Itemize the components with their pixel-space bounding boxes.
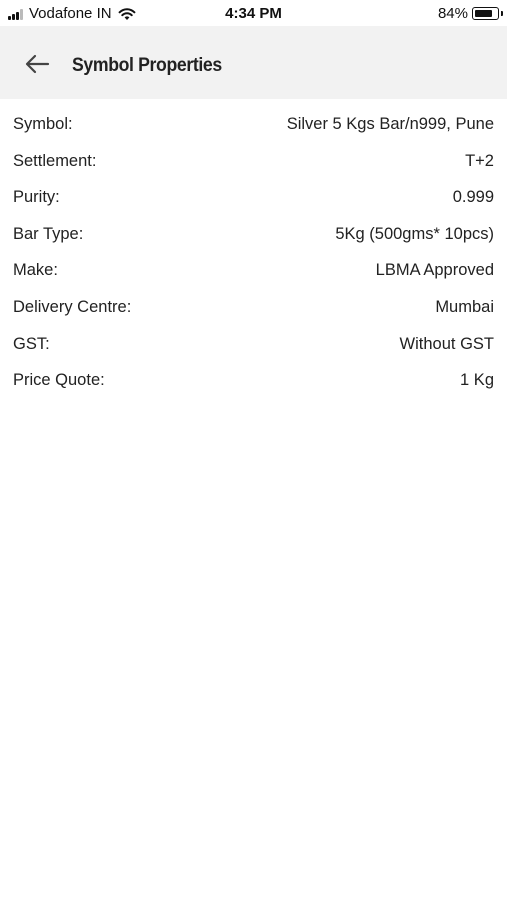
property-value: T+2 (465, 151, 494, 170)
back-arrow-icon[interactable] (24, 53, 50, 75)
property-value: 0.999 (452, 188, 494, 207)
property-value: Without GST (399, 334, 494, 353)
property-label: Purity: (13, 188, 60, 207)
property-row-make: Make: LBMA Approved (0, 252, 507, 289)
property-value: LBMA Approved (375, 261, 494, 280)
property-label: Bar Type: (13, 224, 84, 243)
property-value: Mumbai (435, 297, 494, 316)
status-right: 84% (437, 5, 503, 22)
property-row-settlement: Settlement: T+2 (0, 143, 507, 180)
page-title: Symbol Properties (72, 55, 222, 76)
battery-icon (472, 7, 503, 20)
property-label: Symbol: (13, 115, 73, 133)
battery-percent: 84% (437, 5, 468, 22)
property-row-gst: GST: Without GST (0, 326, 507, 363)
property-label: Settlement: (13, 151, 97, 170)
property-row-delivery-centre: Delivery Centre: Mumbai (0, 289, 507, 326)
property-label: Delivery Centre: (13, 297, 132, 316)
status-bar: Vodafone IN 4:34 PM 84% (0, 0, 507, 26)
property-value: 5Kg (500gms* 10pcs) (335, 224, 494, 243)
property-row-bar-type: Bar Type: 5Kg (500gms* 10pcs) (0, 216, 507, 253)
battery-fill (474, 9, 493, 17)
app-header: Symbol Properties (0, 26, 507, 99)
property-label: GST: (13, 334, 50, 353)
battery-cap (500, 11, 503, 16)
property-value: Silver 5 Kgs Bar/n999, Pune (286, 115, 494, 133)
property-label: Price Quote: (13, 371, 105, 390)
property-row-symbol: Symbol: Silver 5 Kgs Bar/n999, Pune (0, 106, 507, 143)
property-label: Make: (13, 261, 58, 280)
properties-list: Symbol: Silver 5 Kgs Bar/n999, Pune Sett… (0, 106, 507, 399)
property-row-purity: Purity: 0.999 (0, 179, 507, 216)
property-value: 1 Kg (460, 371, 494, 390)
property-row-price-quote: Price Quote: 1 Kg (0, 362, 507, 399)
status-time: 4:34 PM (225, 5, 282, 22)
